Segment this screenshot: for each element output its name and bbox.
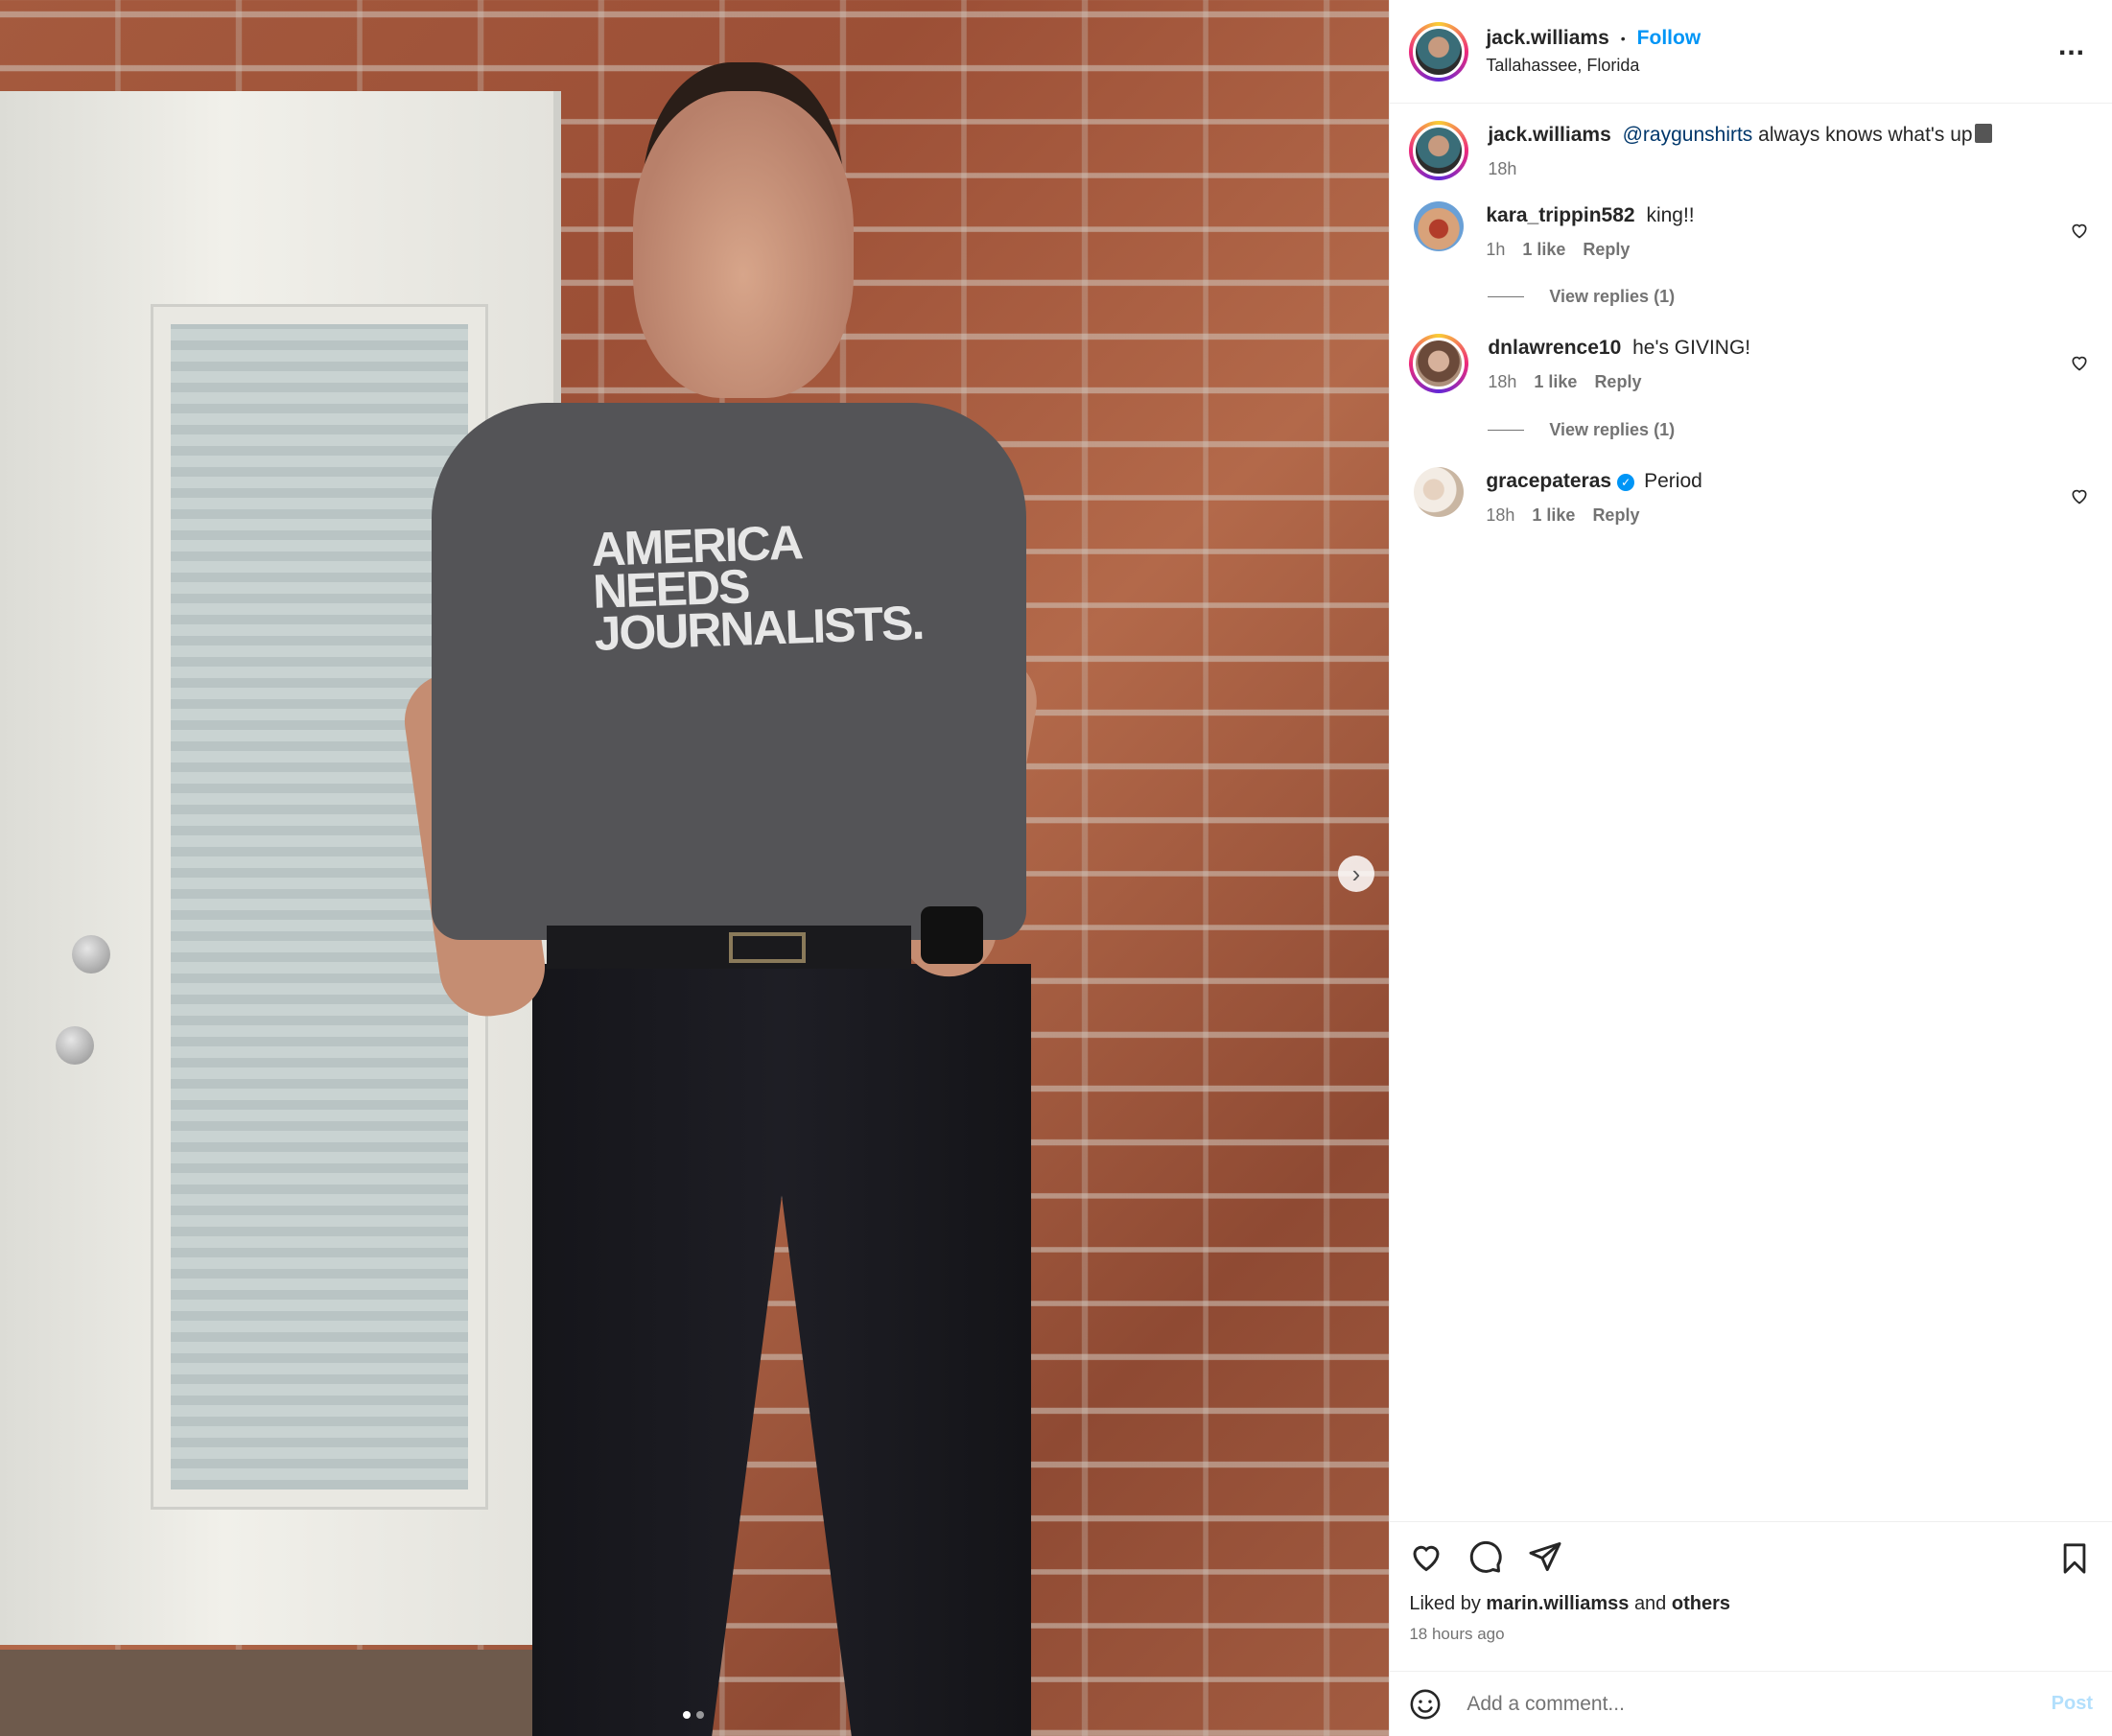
commenter-avatar[interactable]	[1409, 334, 1469, 393]
comment-input[interactable]	[1465, 1691, 2052, 1717]
comment-username[interactable]: dnlawrence10	[1488, 337, 1621, 359]
caption-username[interactable]: jack.williams	[1488, 124, 1610, 146]
like-comment-heart-icon[interactable]	[2070, 221, 2089, 240]
comment-text: he's GIVING!	[1632, 337, 1751, 359]
post-actions: Liked by marin.williamss and others 18 h…	[1390, 1521, 2112, 1671]
post-header: jack.williams • Follow Tallahassee, Flor…	[1390, 0, 2112, 104]
book-emoji-icon	[1974, 124, 1992, 143]
door-knob	[56, 1026, 94, 1065]
carousel-dot	[683, 1711, 691, 1719]
comment: gracepateras ✓ Period 18h 1 like Reply	[1409, 467, 2093, 526]
post-image[interactable]: AMERICA NEEDS JOURNALISTS. ›	[0, 0, 1390, 1736]
post-comment-button[interactable]: Post	[2052, 1693, 2093, 1715]
comment: kara_trippin582 king!! 1h 1 like Reply	[1409, 201, 2093, 260]
comment-bubble-icon[interactable]	[1468, 1539, 1503, 1574]
caption-mention[interactable]: @raygunshirts	[1623, 124, 1753, 146]
avatar	[1413, 25, 1466, 78]
author-avatar[interactable]	[1409, 21, 1469, 82]
follow-button[interactable]: Follow	[1637, 27, 1701, 50]
floor	[0, 1650, 561, 1736]
chevron-right-icon: ›	[1351, 859, 1361, 888]
like-comment-heart-icon[interactable]	[2070, 353, 2089, 372]
reply-button[interactable]: Reply	[1592, 505, 1639, 526]
carousel-next-button[interactable]: ›	[1338, 856, 1374, 892]
shirt	[432, 403, 1026, 940]
comment-text: Period	[1644, 470, 1702, 492]
carousel-dot	[696, 1711, 704, 1719]
carousel-indicator	[683, 1711, 704, 1719]
caption-text: always knows what's up	[1758, 124, 1973, 146]
reply-button[interactable]: Reply	[1594, 372, 1641, 392]
comment-likes[interactable]: 1 like	[1532, 505, 1575, 526]
author-username[interactable]: jack.williams	[1486, 27, 1608, 50]
likes-summary: Liked by marin.williamss and others	[1409, 1593, 2093, 1615]
comment-time[interactable]: 1h	[1486, 240, 1505, 260]
post-time-ago[interactable]: 18 hours ago	[1409, 1625, 2093, 1644]
shirt-line: JOURNALISTS.	[593, 595, 925, 661]
comment-likes[interactable]: 1 like	[1522, 240, 1565, 260]
liked-and: and	[1633, 1593, 1667, 1614]
person-head	[633, 91, 854, 398]
comment-username[interactable]: kara_trippin582	[1486, 204, 1634, 226]
comment: dnlawrence10 he's GIVING! 18h 1 like Rep…	[1409, 334, 2093, 393]
add-comment-bar: Post	[1390, 1671, 2112, 1736]
shirt-print: AMERICA NEEDS JOURNALISTS.	[591, 515, 925, 661]
view-replies-label: View replies (1)	[1549, 420, 1676, 439]
caption: jack.williams @raygunshirts always knows…	[1409, 121, 2093, 180]
avatar	[1413, 125, 1466, 176]
more-options-button[interactable]: ...	[2051, 30, 2093, 74]
comment-time[interactable]: 18h	[1488, 372, 1516, 392]
commenter-avatar[interactable]	[1414, 201, 1465, 251]
replies-line	[1488, 296, 1525, 297]
watch	[921, 906, 983, 964]
liked-others[interactable]: others	[1672, 1593, 1730, 1614]
pants	[532, 964, 1031, 1736]
separator-dot: •	[1620, 31, 1626, 46]
post-panel: jack.williams • Follow Tallahassee, Flor…	[1389, 0, 2112, 1736]
avatar	[1413, 338, 1466, 389]
reply-button[interactable]: Reply	[1583, 240, 1630, 260]
like-comment-heart-icon[interactable]	[2070, 486, 2089, 505]
view-replies-button[interactable]: View replies (1)	[1488, 420, 2093, 440]
comments-list: jack.williams @raygunshirts always knows…	[1390, 104, 2112, 1521]
comment-text: king!!	[1646, 204, 1695, 226]
post-location[interactable]: Tallahassee, Florida	[1486, 56, 2051, 76]
replies-line	[1488, 430, 1525, 431]
liked-prefix: Liked by	[1409, 1593, 1481, 1614]
view-replies-label: View replies (1)	[1549, 287, 1676, 306]
verified-badge-icon: ✓	[1617, 474, 1635, 491]
like-heart-icon[interactable]	[1409, 1539, 1443, 1574]
commenter-avatar[interactable]	[1414, 467, 1465, 517]
caption-time[interactable]: 18h	[1488, 159, 1516, 179]
comment-username[interactable]: gracepateras	[1486, 470, 1611, 492]
emoji-icon[interactable]	[1409, 1688, 1442, 1721]
comment-time[interactable]: 18h	[1486, 505, 1514, 526]
liked-by-user[interactable]: marin.williamss	[1486, 1593, 1629, 1614]
belt-buckle	[729, 932, 806, 963]
caption-avatar[interactable]	[1409, 121, 1469, 180]
view-replies-button[interactable]: View replies (1)	[1488, 287, 2093, 307]
door-knob	[72, 935, 110, 974]
bookmark-icon[interactable]	[2058, 1541, 2091, 1576]
comment-likes[interactable]: 1 like	[1534, 372, 1577, 392]
share-paper-plane-icon[interactable]	[1528, 1539, 1562, 1574]
